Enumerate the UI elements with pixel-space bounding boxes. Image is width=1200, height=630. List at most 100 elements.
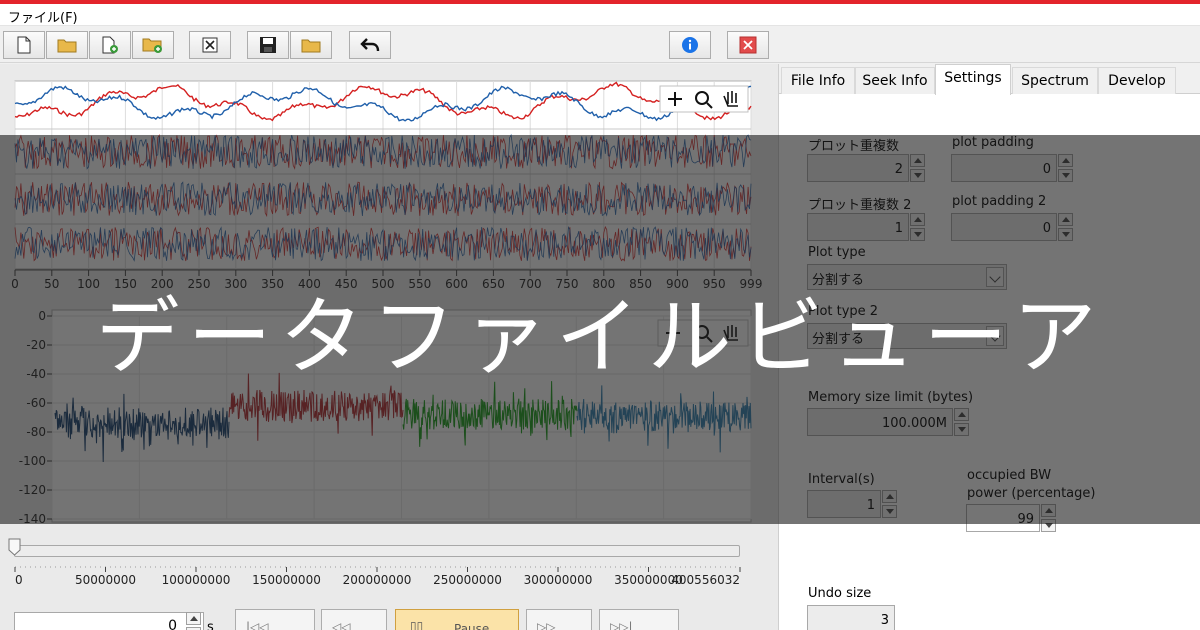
spectrum-y-tick-label: -120	[19, 483, 46, 497]
memory-limit-input[interactable]: 100.000M	[807, 408, 953, 436]
tab-file-info-label: File Info	[790, 73, 846, 89]
tab-file-info[interactable]: File Info	[781, 67, 855, 94]
add-folder-button[interactable]	[132, 31, 174, 59]
waveform-x-tick-label: 50	[44, 277, 59, 291]
plot-type2-select[interactable]: 分割する	[807, 323, 1007, 349]
obw-label-line1: occupied BW	[967, 468, 1052, 483]
spectrum-y-tick-label: -60	[26, 396, 46, 410]
menu-bar: ファイル(F)	[0, 4, 1200, 26]
rewind-icon: ◁◁	[332, 620, 351, 630]
tab-spectrum-label: Spectrum	[1021, 73, 1089, 89]
tab-develop-label: Develop	[1108, 73, 1166, 89]
undo-button[interactable]	[349, 31, 391, 59]
waveform-x-tick-label: 900	[666, 277, 689, 291]
chevron-down-icon-2	[986, 326, 1004, 346]
skip-end-icon: ▷▷|	[610, 620, 633, 630]
plot-dup-label: プロット重複数	[808, 139, 900, 154]
plot-dup-spinner[interactable]	[910, 154, 925, 182]
plot-padding2-input[interactable]: 0	[951, 213, 1057, 241]
interval-input[interactable]: 1	[807, 490, 881, 518]
timeline-tick-label: 400556032	[671, 573, 740, 587]
timeline-tick-label: 150000000	[252, 573, 321, 587]
open-folder-button[interactable]	[46, 31, 88, 59]
info-icon	[682, 37, 698, 53]
memory-limit-spinner[interactable]	[954, 408, 969, 436]
time-input-value: 0	[168, 618, 177, 630]
tab-develop[interactable]: Develop	[1098, 67, 1176, 94]
undo-size-input[interactable]: 3	[807, 605, 895, 630]
timeline-slider-track[interactable]	[14, 545, 740, 557]
pause-button[interactable]: ▯▯ Pause	[395, 609, 519, 630]
skip-end-button[interactable]: ▷▷|	[599, 609, 679, 630]
new-file-button[interactable]	[3, 31, 45, 59]
tab-settings-label: Settings	[944, 70, 1002, 86]
time-input[interactable]: 0	[14, 612, 204, 630]
tab-settings[interactable]: Settings	[935, 64, 1011, 95]
waveform-x-tick-label: 850	[629, 277, 652, 291]
timeline-slider-thumb[interactable]	[8, 538, 21, 556]
close-box-icon	[202, 37, 218, 53]
plot-padding2-spinner[interactable]	[1058, 213, 1073, 241]
waveform-tool-palette	[659, 85, 749, 113]
plot-type-select[interactable]: 分割する	[807, 264, 1007, 290]
spectrum-y-tick-label: -80	[26, 425, 46, 439]
waveform-x-axis: 0 50 100 150 200 250 300 350 400 450 500 550 600 650 7…	[11, 269, 762, 291]
plot-type2-value: 分割する	[812, 332, 865, 347]
timeline-tick-label: 100000000	[162, 573, 231, 587]
spectrum-y-tick-label: -140	[19, 512, 46, 526]
tab-seek-info[interactable]: Seek Info	[855, 67, 935, 94]
obw-input[interactable]: 99	[966, 504, 1040, 532]
forward-button[interactable]: ▷▷	[526, 609, 592, 630]
waveform-x-tick-label: 950	[703, 277, 726, 291]
chevron-down-icon	[986, 267, 1004, 287]
close-app-button[interactable]	[727, 31, 769, 59]
add-file-icon	[102, 36, 118, 54]
plot-padding-spinner[interactable]	[1058, 154, 1073, 182]
menu-file[interactable]: ファイル(F)	[8, 7, 78, 26]
undo-size-label: Undo size	[808, 586, 872, 601]
waveform-x-tick-label: 600	[445, 277, 468, 291]
skip-start-button[interactable]: |◁◁	[235, 609, 315, 630]
waveform-x-tick-label: 800	[592, 277, 615, 291]
info-button[interactable]	[669, 31, 711, 59]
skip-start-icon: |◁◁	[246, 620, 269, 630]
tab-bar: File Info Seek Info Settings Spectrum De…	[779, 64, 1200, 95]
open-folder-2-button[interactable]	[290, 31, 332, 59]
close-red-icon	[739, 36, 757, 54]
waveform-x-tick-label: 400	[298, 277, 321, 291]
timeline-tick-label: 250000000	[433, 573, 502, 587]
interval-spinner[interactable]	[882, 490, 897, 518]
tab-spectrum[interactable]: Spectrum	[1012, 67, 1098, 94]
plot-padding-value: 0	[1042, 162, 1051, 177]
forward-icon: ▷▷	[537, 620, 556, 630]
add-file-button[interactable]	[89, 31, 131, 59]
timeline-tick-label: 300000000	[524, 573, 593, 587]
memory-limit-label: Memory size limit (bytes)	[808, 390, 974, 405]
plot-dup2-spinner[interactable]	[910, 213, 925, 241]
obw-spinner[interactable]	[1041, 504, 1056, 532]
plot-dup-input[interactable]: 2	[807, 154, 909, 182]
waveform-x-tick-label: 0	[11, 277, 19, 291]
open-folder-icon	[57, 39, 77, 53]
undo-arrow-icon	[360, 38, 380, 52]
waveform-x-tick-label: 100	[77, 277, 100, 291]
toolbar	[0, 27, 1200, 63]
save-button[interactable]	[247, 31, 289, 59]
close-box-button[interactable]	[189, 31, 231, 59]
spectrum-y-tick-label: -100	[19, 454, 46, 468]
waveform-grid	[14, 81, 752, 269]
waveform-x-tick-label: 500	[372, 277, 395, 291]
time-spinner[interactable]	[186, 612, 201, 630]
spectrum-y-tick-label: -20	[26, 338, 46, 352]
plot-dup2-label: プロット重複数 2	[808, 198, 912, 213]
spectrum-tool-palette	[657, 319, 749, 347]
plot-padding-input[interactable]: 0	[951, 154, 1057, 182]
spectrum-y-tick-label: 0	[38, 309, 46, 323]
rewind-button[interactable]: ◁◁	[321, 609, 387, 630]
settings-panel: File Info Seek Info Settings Spectrum De…	[778, 64, 1200, 630]
waveform-x-tick-label: 350	[261, 277, 284, 291]
plot-dup-value: 2	[894, 162, 903, 177]
timeline-axis: 0 50000000 100000000 150000000 200000000 2500…	[14, 566, 741, 587]
waveform-x-tick-label: 250	[188, 277, 211, 291]
plot-dup2-input[interactable]: 1	[807, 213, 909, 241]
